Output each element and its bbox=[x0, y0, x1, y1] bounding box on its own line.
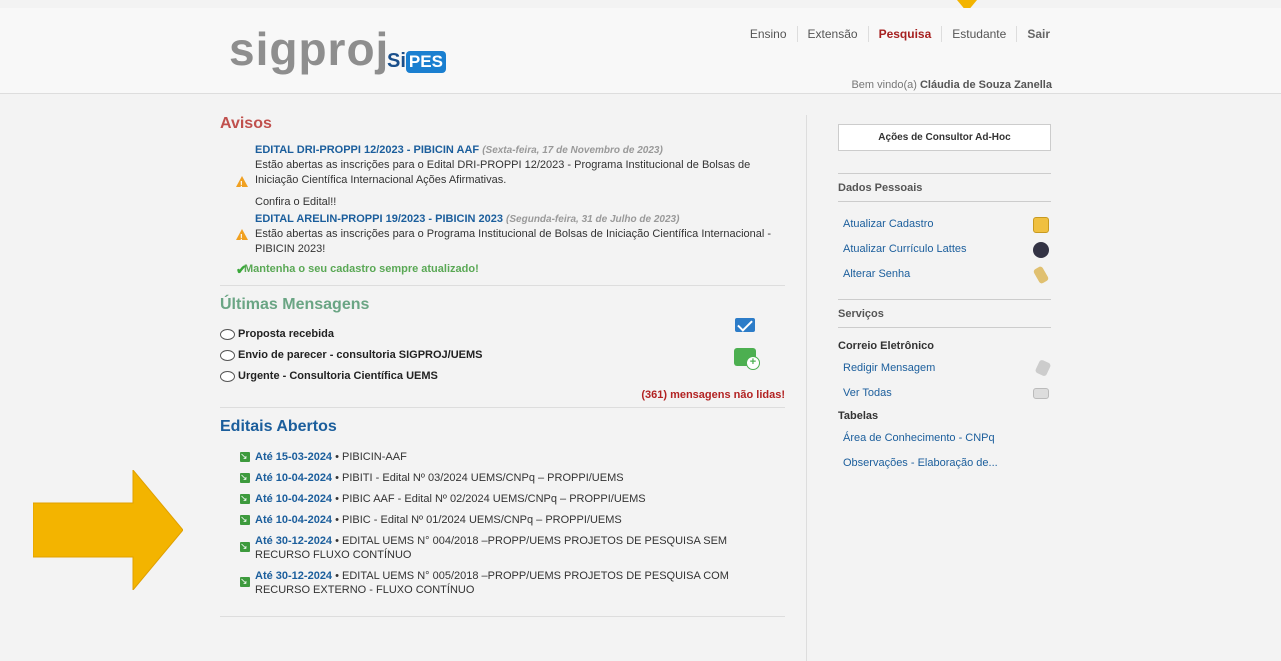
link-label: Alterar Senha bbox=[843, 268, 911, 280]
nav-sair[interactable]: Sair bbox=[1016, 26, 1060, 42]
link-label: Ver Todas bbox=[843, 387, 892, 399]
aviso-title-link[interactable]: EDITAL DRI-PROPPI 12/2023 - PIBICIN AAF bbox=[255, 144, 479, 156]
tabelas-header: Tabelas bbox=[838, 410, 879, 422]
right-sidebar: Ações de Consultor Ad-Hoc Dados Pessoais… bbox=[838, 124, 1052, 476]
header: sigproj Si PES Ensino Extensão Pesquisa E… bbox=[0, 8, 1281, 94]
avisos-title: Avisos bbox=[220, 115, 272, 132]
unread-messages-link[interactable]: (361) mensagens não lidas! bbox=[220, 389, 785, 401]
edital-name: • PIBIC - Edital Nº 01/2024 UEMS/CNPq – … bbox=[332, 514, 622, 526]
pencil-icon bbox=[1034, 359, 1052, 377]
update-profile-link[interactable]: Atualizar Cadastro bbox=[838, 212, 1051, 237]
link-label: Atualizar Currículo Lattes bbox=[843, 243, 967, 255]
link-label: Redigir Mensagem bbox=[843, 362, 936, 374]
nav-pesquisa[interactable]: Pesquisa bbox=[867, 26, 942, 42]
edital-item[interactable]: Até 10-04-2024 • PIBITI - Edital Nº 03/2… bbox=[220, 470, 785, 485]
annotation-arrow bbox=[33, 470, 183, 590]
servicos-header: Serviços bbox=[838, 299, 1051, 328]
nav-extensao[interactable]: Extensão bbox=[796, 26, 868, 42]
edital-item[interactable]: Até 10-04-2024 • PIBIC - Edital Nº 01/20… bbox=[220, 512, 785, 527]
sipes-logo: Si PES bbox=[387, 50, 446, 73]
edital-item[interactable]: Até 15-03-2024 • PIBICIN-AAF bbox=[220, 449, 785, 464]
link-label: Observações - Elaboração de... bbox=[843, 457, 998, 469]
check-icon: ✔ bbox=[236, 262, 247, 277]
aviso-text: Estão abertas as inscrições para o Edita… bbox=[255, 159, 751, 186]
observations-link[interactable]: Observações - Elaboração de... bbox=[838, 451, 1051, 476]
change-password-link[interactable]: Alterar Senha bbox=[838, 262, 1051, 287]
adhoc-consultant-button[interactable]: Ações de Consultor Ad-Hoc bbox=[838, 124, 1051, 151]
warning-icon bbox=[236, 176, 248, 192]
message-bubble-icon bbox=[220, 329, 235, 340]
message-bubble-icon bbox=[220, 371, 235, 382]
aviso-title-link[interactable]: EDITAL ARELIN-PROPPI 19/2023 - PIBICIN 2… bbox=[255, 213, 503, 225]
mensagens-section: Últimas Mensagens Proposta recebida Envi… bbox=[220, 296, 785, 408]
edital-item[interactable]: Até 30-12-2024 • EDITAL UEMS N° 004/2018… bbox=[220, 534, 785, 562]
nav-estudante[interactable]: Estudante bbox=[941, 26, 1016, 42]
mensagens-title: Últimas Mensagens bbox=[220, 296, 370, 313]
id-card-icon bbox=[1033, 217, 1049, 233]
warning-icon bbox=[236, 229, 248, 245]
link-label: Atualizar Cadastro bbox=[843, 218, 934, 230]
arrow-box-icon bbox=[240, 512, 250, 526]
aviso-item: EDITAL DRI-PROPPI 12/2023 - PIBICIN AAF … bbox=[220, 143, 785, 192]
correio-header: Correio Eletrônico bbox=[838, 340, 934, 352]
edital-deadline[interactable]: Até 10-04-2024 bbox=[255, 514, 332, 526]
arrow-box-icon bbox=[240, 574, 250, 588]
aviso-text: Estão abertas as inscrições para o Progr… bbox=[255, 228, 772, 255]
lattes-icon bbox=[1033, 242, 1049, 258]
edital-deadline[interactable]: Até 10-04-2024 bbox=[255, 472, 332, 484]
view-all-messages-link[interactable]: Ver Todas bbox=[838, 381, 1051, 406]
edital-item[interactable]: Até 10-04-2024 • PIBIC AAF - Edital Nº 0… bbox=[220, 491, 785, 506]
message-item[interactable]: Urgente - Consultoria Científica UEMS bbox=[220, 366, 785, 387]
message-subject: Envio de parecer - consultoria SIGPROJ/U… bbox=[238, 349, 483, 361]
column-divider bbox=[806, 115, 807, 661]
logo-text: sigproj bbox=[229, 23, 390, 75]
edital-deadline[interactable]: Até 15-03-2024 bbox=[255, 451, 332, 463]
edital-deadline[interactable]: Até 30-12-2024 bbox=[255, 570, 332, 582]
confira-text: Confira o Edital!! bbox=[255, 196, 337, 208]
logo-pes: PES bbox=[405, 51, 446, 73]
welcome-prefix: Bem vindo(a) bbox=[851, 79, 917, 91]
logo-si: Si bbox=[387, 50, 406, 72]
welcome-user-name: Cláudia de Souza Zanella bbox=[919, 79, 1052, 91]
arrow-box-icon bbox=[240, 470, 250, 484]
avisos-section: Avisos EDITAL DRI-PROPPI 12/2023 - PIBIC… bbox=[220, 115, 785, 286]
aviso-item: EDITAL ARELIN-PROPPI 19/2023 - PIBICIN 2… bbox=[220, 212, 785, 257]
message-bubble-icon bbox=[220, 350, 235, 361]
dados-pessoais-header: Dados Pessoais bbox=[838, 173, 1051, 202]
nav-ensino[interactable]: Ensino bbox=[740, 26, 797, 42]
editais-section: Editais Abertos Até 15-03-2024 • PIBICIN… bbox=[220, 418, 785, 617]
message-subject: Urgente - Consultoria Científica UEMS bbox=[238, 370, 438, 382]
top-nav: Ensino Extensão Pesquisa Estudante Sair bbox=[740, 26, 1060, 42]
edital-name: • PIBIC AAF - Edital Nº 02/2024 UEMS/CNP… bbox=[332, 493, 646, 505]
update-lattes-link[interactable]: Atualizar Currículo Lattes bbox=[838, 237, 1051, 262]
compose-message-link[interactable]: Redigir Mensagem bbox=[838, 356, 1052, 381]
edital-name: • PIBITI - Edital Nº 03/2024 UEMS/CNPq –… bbox=[332, 472, 624, 484]
aviso-date: (Sexta-feira, 17 de Novembro de 2023) bbox=[482, 145, 663, 156]
edital-name: • PIBICIN-AAF bbox=[332, 451, 407, 463]
aviso-date: (Segunda-feira, 31 de Julho de 2023) bbox=[506, 214, 680, 225]
keep-updated-notice: ✔ Mantenha o seu cadastro sempre atualiz… bbox=[220, 262, 785, 277]
arrow-box-icon bbox=[240, 539, 250, 553]
envelope-icon bbox=[1033, 388, 1049, 399]
keep-updated-text: Mantenha o seu cadastro sempre atualizad… bbox=[244, 263, 479, 275]
editais-title: Editais Abertos bbox=[220, 418, 337, 435]
left-column: Avisos EDITAL DRI-PROPPI 12/2023 - PIBIC… bbox=[220, 115, 785, 627]
message-item[interactable]: Proposta recebida bbox=[220, 324, 785, 345]
message-subject: Proposta recebida bbox=[238, 328, 334, 340]
edital-deadline[interactable]: Até 30-12-2024 bbox=[255, 535, 332, 547]
sigproj-logo[interactable]: sigproj Si PES bbox=[229, 16, 489, 82]
welcome-message: Bem vindo(a) Cláudia de Souza Zanella bbox=[851, 79, 1052, 91]
arrow-box-icon bbox=[240, 449, 250, 463]
edital-deadline[interactable]: Até 10-04-2024 bbox=[255, 493, 332, 505]
link-label: Área de Conhecimento - CNPq bbox=[843, 432, 995, 444]
key-icon bbox=[1032, 265, 1050, 285]
arrow-box-icon bbox=[240, 491, 250, 505]
main-content: Avisos EDITAL DRI-PROPPI 12/2023 - PIBIC… bbox=[0, 95, 1281, 661]
message-item[interactable]: Envio de parecer - consultoria SIGPROJ/U… bbox=[220, 345, 785, 366]
edital-item[interactable]: Até 30-12-2024 • EDITAL UEMS N° 005/2018… bbox=[220, 569, 785, 597]
cnpq-area-link[interactable]: Área de Conhecimento - CNPq bbox=[838, 426, 1051, 451]
